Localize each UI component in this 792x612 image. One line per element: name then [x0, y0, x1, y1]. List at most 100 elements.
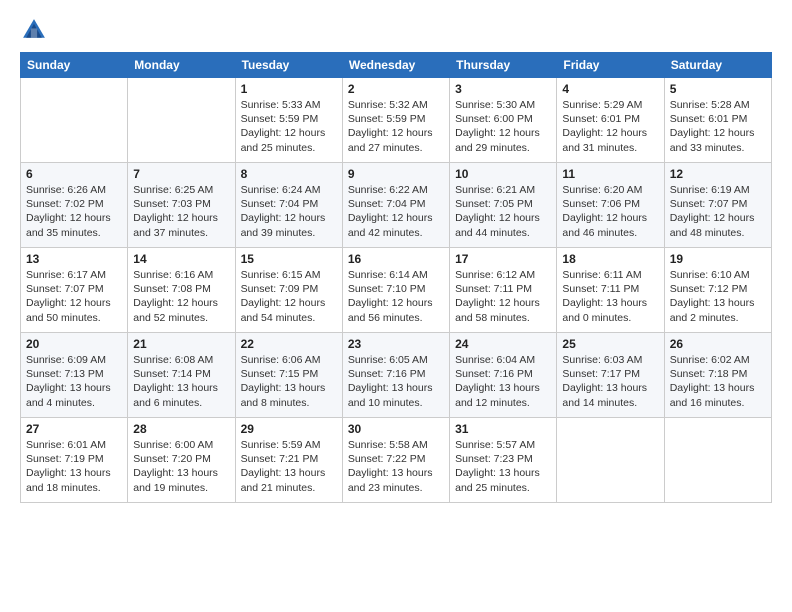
calendar-cell: 22 Sunrise: 6:06 AM Sunset: 7:15 PM Dayli…: [235, 333, 342, 418]
day-header-sunday: Sunday: [21, 53, 128, 78]
day-info: Sunrise: 6:26 AM Sunset: 7:02 PM Dayligh…: [26, 183, 122, 240]
calendar-cell: 3 Sunrise: 5:30 AM Sunset: 6:00 PM Daylig…: [450, 78, 557, 163]
calendar-cell: 2 Sunrise: 5:32 AM Sunset: 5:59 PM Daylig…: [342, 78, 449, 163]
day-info: Sunrise: 6:16 AM Sunset: 7:08 PM Dayligh…: [133, 268, 229, 325]
day-number: 30: [348, 422, 444, 436]
calendar-cell: 20 Sunrise: 6:09 AM Sunset: 7:13 PM Dayli…: [21, 333, 128, 418]
day-info: Sunrise: 6:17 AM Sunset: 7:07 PM Dayligh…: [26, 268, 122, 325]
day-number: 6: [26, 167, 122, 181]
day-info: Sunrise: 5:28 AM Sunset: 6:01 PM Dayligh…: [670, 98, 766, 155]
day-header-saturday: Saturday: [664, 53, 771, 78]
day-info: Sunrise: 6:15 AM Sunset: 7:09 PM Dayligh…: [241, 268, 337, 325]
calendar-cell: 9 Sunrise: 6:22 AM Sunset: 7:04 PM Daylig…: [342, 163, 449, 248]
calendar-week-4: 20 Sunrise: 6:09 AM Sunset: 7:13 PM Dayli…: [21, 333, 772, 418]
calendar-cell: 14 Sunrise: 6:16 AM Sunset: 7:08 PM Dayli…: [128, 248, 235, 333]
day-number: 9: [348, 167, 444, 181]
day-info: Sunrise: 5:30 AM Sunset: 6:00 PM Dayligh…: [455, 98, 551, 155]
day-header-monday: Monday: [128, 53, 235, 78]
day-number: 13: [26, 252, 122, 266]
day-number: 23: [348, 337, 444, 351]
calendar-week-5: 27 Sunrise: 6:01 AM Sunset: 7:19 PM Dayli…: [21, 418, 772, 503]
page-header: [20, 16, 772, 44]
day-info: Sunrise: 6:11 AM Sunset: 7:11 PM Dayligh…: [562, 268, 658, 325]
calendar-cell: 5 Sunrise: 5:28 AM Sunset: 6:01 PM Daylig…: [664, 78, 771, 163]
calendar-cell: 11 Sunrise: 6:20 AM Sunset: 7:06 PM Dayli…: [557, 163, 664, 248]
day-info: Sunrise: 6:00 AM Sunset: 7:20 PM Dayligh…: [133, 438, 229, 495]
calendar-week-1: 1Sunrise: 5:33 AM Sunset: 5:59 PM Daylig…: [21, 78, 772, 163]
calendar-cell: 17 Sunrise: 6:12 AM Sunset: 7:11 PM Dayli…: [450, 248, 557, 333]
calendar-cell: 10 Sunrise: 6:21 AM Sunset: 7:05 PM Dayli…: [450, 163, 557, 248]
day-number: 14: [133, 252, 229, 266]
day-info: Sunrise: 6:12 AM Sunset: 7:11 PM Dayligh…: [455, 268, 551, 325]
day-number: 8: [241, 167, 337, 181]
day-info: Sunrise: 6:04 AM Sunset: 7:16 PM Dayligh…: [455, 353, 551, 410]
day-number: 22: [241, 337, 337, 351]
day-info: Sunrise: 5:32 AM Sunset: 5:59 PM Dayligh…: [348, 98, 444, 155]
day-info: Sunrise: 6:05 AM Sunset: 7:16 PM Dayligh…: [348, 353, 444, 410]
calendar-cell: [557, 418, 664, 503]
day-info: Sunrise: 5:29 AM Sunset: 6:01 PM Dayligh…: [562, 98, 658, 155]
calendar-cell: 21Sunrise: 6:08 AM Sunset: 7:14 PM Dayli…: [128, 333, 235, 418]
day-number: 17: [455, 252, 551, 266]
calendar-cell: 27 Sunrise: 6:01 AM Sunset: 7:19 PM Dayli…: [21, 418, 128, 503]
calendar-cell: 30 Sunrise: 5:58 AM Sunset: 7:22 PM Dayli…: [342, 418, 449, 503]
day-info: Sunrise: 6:25 AM Sunset: 7:03 PM Dayligh…: [133, 183, 229, 240]
day-number: 10: [455, 167, 551, 181]
day-number: 25: [562, 337, 658, 351]
logo-icon: [20, 16, 48, 44]
calendar-cell: 4 Sunrise: 5:29 AM Sunset: 6:01 PM Daylig…: [557, 78, 664, 163]
day-info: Sunrise: 5:57 AM Sunset: 7:23 PM Dayligh…: [455, 438, 551, 495]
day-info: Sunrise: 5:59 AM Sunset: 7:21 PM Dayligh…: [241, 438, 337, 495]
calendar-cell: 7 Sunrise: 6:25 AM Sunset: 7:03 PM Daylig…: [128, 163, 235, 248]
day-number: 3: [455, 82, 551, 96]
day-number: 20: [26, 337, 122, 351]
calendar-header-row: SundayMondayTuesdayWednesdayThursdayFrid…: [21, 53, 772, 78]
calendar-cell: 8 Sunrise: 6:24 AM Sunset: 7:04 PM Daylig…: [235, 163, 342, 248]
calendar-cell: 24Sunrise: 6:04 AM Sunset: 7:16 PM Dayli…: [450, 333, 557, 418]
day-info: Sunrise: 6:09 AM Sunset: 7:13 PM Dayligh…: [26, 353, 122, 410]
day-number: 5: [670, 82, 766, 96]
day-header-thursday: Thursday: [450, 53, 557, 78]
day-info: Sunrise: 6:20 AM Sunset: 7:06 PM Dayligh…: [562, 183, 658, 240]
calendar-cell: [21, 78, 128, 163]
calendar-cell: 6 Sunrise: 6:26 AM Sunset: 7:02 PM Daylig…: [21, 163, 128, 248]
calendar-cell: 19 Sunrise: 6:10 AM Sunset: 7:12 PM Dayli…: [664, 248, 771, 333]
day-info: Sunrise: 5:58 AM Sunset: 7:22 PM Dayligh…: [348, 438, 444, 495]
day-number: 27: [26, 422, 122, 436]
calendar-week-2: 6 Sunrise: 6:26 AM Sunset: 7:02 PM Daylig…: [21, 163, 772, 248]
calendar-cell: 18Sunrise: 6:11 AM Sunset: 7:11 PM Dayli…: [557, 248, 664, 333]
day-info: Sunrise: 6:02 AM Sunset: 7:18 PM Dayligh…: [670, 353, 766, 410]
day-number: 19: [670, 252, 766, 266]
day-number: 26: [670, 337, 766, 351]
day-info: Sunrise: 6:14 AM Sunset: 7:10 PM Dayligh…: [348, 268, 444, 325]
calendar-cell: 13 Sunrise: 6:17 AM Sunset: 7:07 PM Dayli…: [21, 248, 128, 333]
day-info: Sunrise: 6:01 AM Sunset: 7:19 PM Dayligh…: [26, 438, 122, 495]
day-header-friday: Friday: [557, 53, 664, 78]
calendar-cell: [664, 418, 771, 503]
day-number: 28: [133, 422, 229, 436]
calendar-cell: 16 Sunrise: 6:14 AM Sunset: 7:10 PM Dayli…: [342, 248, 449, 333]
day-header-tuesday: Tuesday: [235, 53, 342, 78]
day-info: Sunrise: 6:22 AM Sunset: 7:04 PM Dayligh…: [348, 183, 444, 240]
day-number: 15: [241, 252, 337, 266]
calendar-cell: 23 Sunrise: 6:05 AM Sunset: 7:16 PM Dayli…: [342, 333, 449, 418]
day-number: 11: [562, 167, 658, 181]
day-info: Sunrise: 6:08 AM Sunset: 7:14 PM Dayligh…: [133, 353, 229, 410]
day-number: 2: [348, 82, 444, 96]
day-number: 1: [241, 82, 337, 96]
day-info: Sunrise: 6:06 AM Sunset: 7:15 PM Dayligh…: [241, 353, 337, 410]
day-header-wednesday: Wednesday: [342, 53, 449, 78]
day-info: Sunrise: 6:24 AM Sunset: 7:04 PM Dayligh…: [241, 183, 337, 240]
calendar-cell: 31Sunrise: 5:57 AM Sunset: 7:23 PM Dayli…: [450, 418, 557, 503]
day-number: 4: [562, 82, 658, 96]
calendar-cell: 15 Sunrise: 6:15 AM Sunset: 7:09 PM Dayli…: [235, 248, 342, 333]
day-info: Sunrise: 6:10 AM Sunset: 7:12 PM Dayligh…: [670, 268, 766, 325]
day-number: 16: [348, 252, 444, 266]
calendar-cell: 28 Sunrise: 6:00 AM Sunset: 7:20 PM Dayli…: [128, 418, 235, 503]
calendar-table: SundayMondayTuesdayWednesdayThursdayFrid…: [20, 52, 772, 503]
day-number: 7: [133, 167, 229, 181]
day-info: Sunrise: 6:21 AM Sunset: 7:05 PM Dayligh…: [455, 183, 551, 240]
day-number: 12: [670, 167, 766, 181]
day-info: Sunrise: 6:03 AM Sunset: 7:17 PM Dayligh…: [562, 353, 658, 410]
calendar-cell: 25 Sunrise: 6:03 AM Sunset: 7:17 PM Dayli…: [557, 333, 664, 418]
